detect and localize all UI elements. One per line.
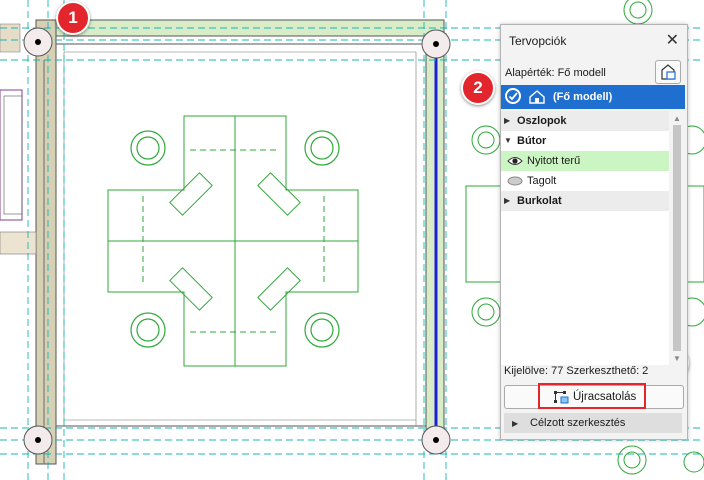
selection-status: Kijelölve: 77 Szerkeszthető: 2 [504,365,649,377]
scrollbar-thumb[interactable] [673,125,681,351]
scrollbar[interactable]: ▲ ▼ [671,111,683,365]
tree-item-label: Burkolat [517,195,562,207]
ellipse-icon[interactable] [507,176,523,186]
design-options-panel: Tervopciók ✕ Alapérték: Fő modell (Fő mo… [500,24,688,440]
option-tree: ▶ Oszlopok ▼ Bútor Nyitott terű Tagolt ▶… [501,111,669,365]
tree-item-butor[interactable]: ▼ Bútor [501,131,669,151]
check-icon [505,88,521,104]
desk-cluster [107,115,359,367]
targeted-editing-label: Célzott szerkesztés [530,417,626,429]
tree-item-oszlopok[interactable]: ▶ Oszlopok [501,111,669,131]
scroll-down-icon[interactable]: ▼ [673,354,681,363]
selected-option-row[interactable]: (Fő modell) [501,85,685,109]
scroll-up-icon[interactable]: ▲ [673,114,681,123]
callout-1: 1 [56,1,90,35]
tree-item-burkolat[interactable]: ▶ Burkolat [501,191,669,211]
targeted-editing-section[interactable]: ▶ Célzott szerkesztés [504,413,682,433]
tree-item-label: Nyitott terű [527,155,581,167]
selected-option-label: (Fő modell) [553,91,613,103]
house-icon [529,90,545,104]
options-manager-icon [661,64,676,80]
caret-right-icon[interactable]: ▶ [512,419,518,428]
walls [0,19,445,465]
caret-right-icon[interactable]: ▶ [504,111,510,131]
tree-item-tagolt[interactable]: Tagolt [501,171,669,191]
tree-item-label: Tagolt [527,175,557,187]
eye-icon[interactable] [507,155,523,167]
reattach-label: Újracsatolás [573,391,637,403]
caret-down-icon[interactable]: ▼ [504,131,512,151]
panel-title: Tervopciók [509,34,567,48]
reattach-button[interactable]: Újracsatolás [504,383,684,409]
tree-item-label: Bútor [517,135,547,147]
callout-2: 2 [461,71,495,105]
close-icon[interactable]: ✕ [666,30,679,50]
reattach-icon [554,391,569,404]
options-manager-button[interactable] [655,60,681,84]
default-option-label: Alapérték: Fő modell [505,67,606,79]
tree-item-label: Oszlopok [517,115,567,127]
caret-right-icon[interactable]: ▶ [504,191,510,211]
tree-item-nyitott-teru[interactable]: Nyitott terű [501,151,669,171]
